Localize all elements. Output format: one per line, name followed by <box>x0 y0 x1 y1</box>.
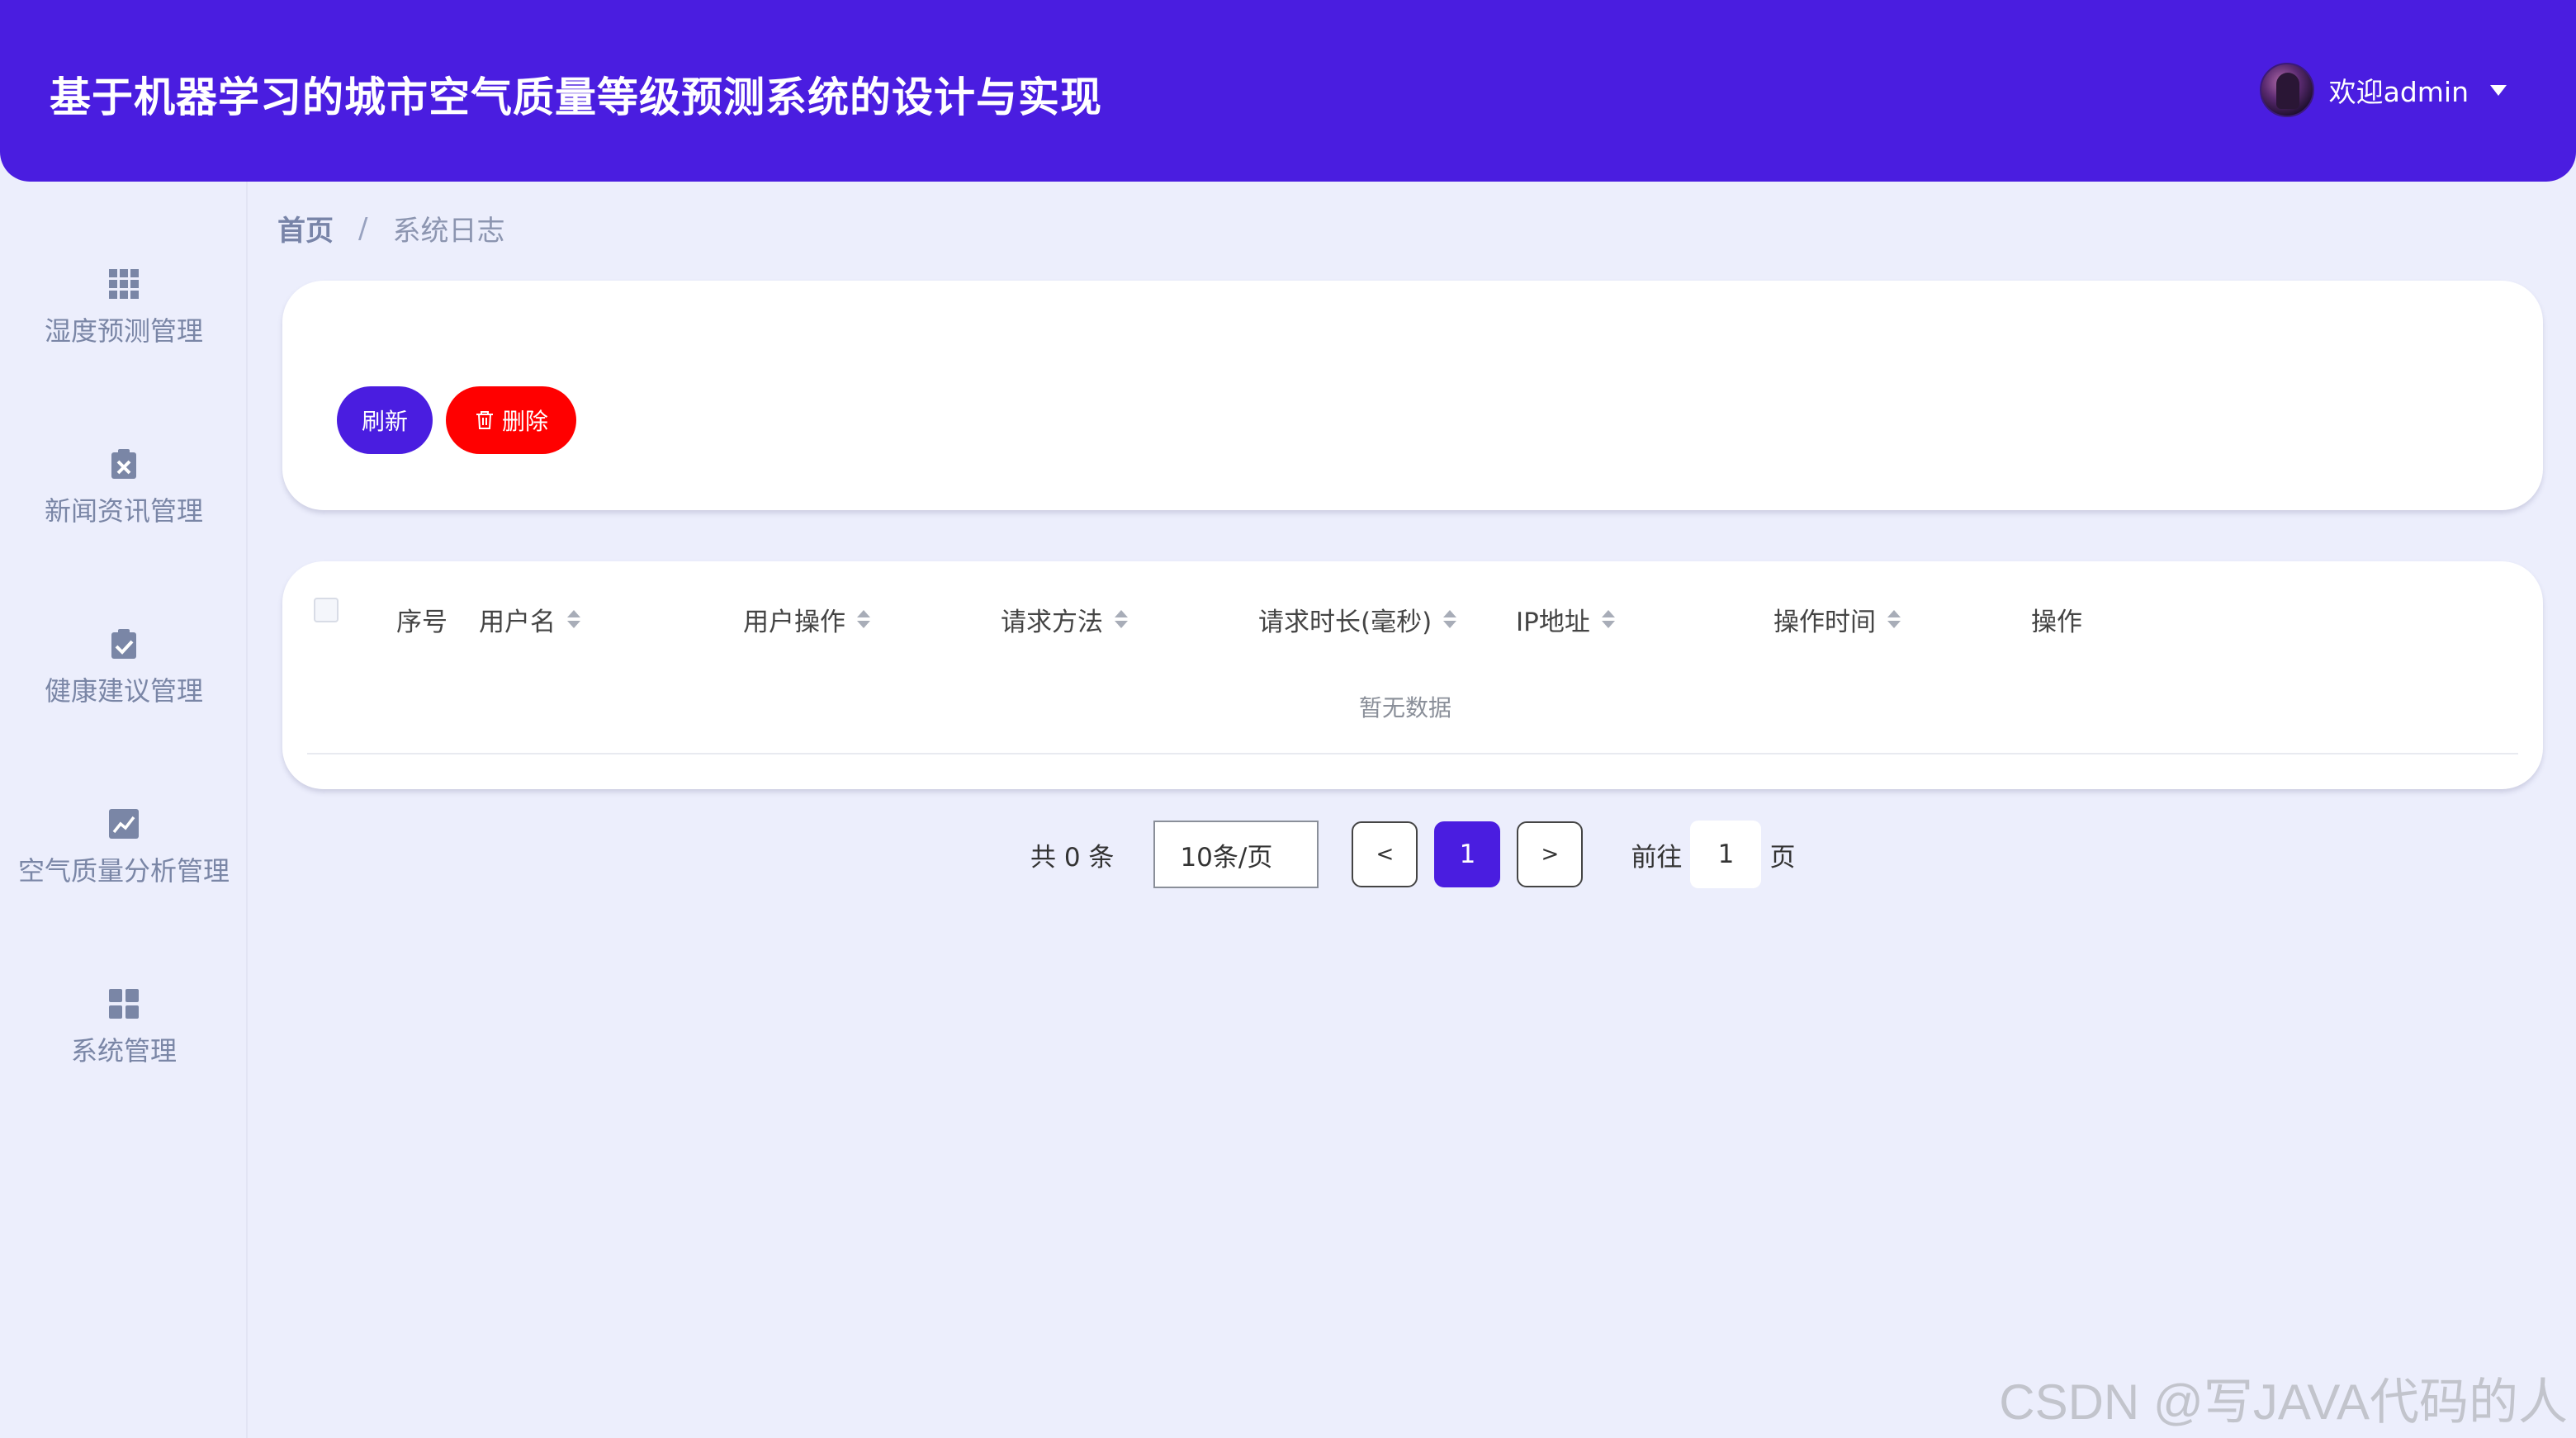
sidebar-item-system[interactable]: 系统管理 <box>0 987 248 1111</box>
sidebar-item-label: 系统管理 <box>70 1035 177 1067</box>
clipboard-x-icon <box>111 449 136 479</box>
log-table: 序号 用户名 用户操作 请求方法 请求时长(毫秒) IP地址 操作时间 操作 暂… <box>282 561 2543 789</box>
prev-page-button[interactable]: < <box>1352 821 1418 887</box>
breadcrumb-current: 系统日志 <box>392 215 505 248</box>
column-header-username[interactable]: 用户名 <box>479 594 580 644</box>
sidebar-item-humidity-prediction[interactable]: 湿度预测管理 <box>0 267 248 391</box>
sidebar-item-air-quality-analysis[interactable]: 空气质量分析管理 <box>0 807 248 931</box>
empty-text: 暂无数据 <box>1358 694 1451 721</box>
column-header-index: 序号 <box>396 607 447 637</box>
sort-icon[interactable] <box>857 610 870 628</box>
sidebar-item-label: 新闻资讯管理 <box>44 495 203 527</box>
refresh-button[interactable]: 刷新 <box>337 386 433 454</box>
total-count: 共 0 条 <box>1030 842 1115 873</box>
toolbar-panel: 刷新 删除 <box>282 281 2543 510</box>
refresh-label: 刷新 <box>361 408 408 435</box>
sort-icon[interactable] <box>1115 610 1128 628</box>
column-header-time[interactable]: 操作时间 <box>1773 594 1901 644</box>
grid-icon <box>109 269 139 299</box>
breadcrumb-home[interactable]: 首页 <box>277 208 334 248</box>
page-size-select[interactable]: 10条/页 <box>1153 821 1319 888</box>
sidebar: 湿度预测管理 新闻资讯管理 健康建议管理 空气质量分析管理 系统管理 <box>0 182 248 1438</box>
column-header-method[interactable]: 请求方法 <box>1001 594 1128 644</box>
welcome-text[interactable]: 欢迎admin <box>2329 70 2469 110</box>
app-header: 基于机器学习的城市空气质量等级预测系统的设计与实现 欢迎admin <box>0 0 2576 182</box>
table-header: 序号 用户名 用户操作 请求方法 请求时长(毫秒) IP地址 操作时间 操作 <box>282 594 2543 644</box>
sort-icon[interactable] <box>567 610 580 628</box>
next-page-button[interactable]: > <box>1517 821 1584 887</box>
breadcrumb: 首页 / 系统日志 <box>277 208 504 248</box>
sidebar-item-label: 空气质量分析管理 <box>17 855 230 887</box>
caret-down-icon[interactable] <box>2490 84 2507 96</box>
delete-label: 删除 <box>501 408 548 435</box>
delete-button[interactable]: 删除 <box>446 386 576 454</box>
sort-icon[interactable] <box>1887 610 1901 628</box>
clipboard-check-icon <box>111 629 136 659</box>
watermark: CSDN @写JAVA代码的人 <box>1999 1374 2568 1430</box>
breadcrumb-separator: / <box>358 211 368 245</box>
sidebar-item-label: 湿度预测管理 <box>44 315 203 347</box>
pagination: 共 0 条 10条/页 < 1 > 前往 页 <box>1030 821 1795 888</box>
goto-prefix: 前往 <box>1631 842 1683 873</box>
sidebar-item-label: 健康建议管理 <box>44 675 203 707</box>
sidebar-item-news[interactable]: 新闻资讯管理 <box>0 447 248 571</box>
column-header-duration[interactable]: 请求时长(毫秒) <box>1258 594 1457 644</box>
page-button-1[interactable]: 1 <box>1434 821 1501 887</box>
divider <box>307 753 2518 754</box>
column-header-operation[interactable]: 用户操作 <box>743 594 870 644</box>
sort-icon[interactable] <box>1601 610 1615 628</box>
user-menu[interactable]: 欢迎admin <box>2259 61 2507 119</box>
sort-icon[interactable] <box>1443 610 1457 628</box>
app-title: 基于机器学习的城市空气质量等级预测系统的设计与实现 <box>50 73 1102 121</box>
avatar[interactable] <box>2259 63 2314 117</box>
chart-icon <box>109 809 139 839</box>
column-header-ip[interactable]: IP地址 <box>1516 594 1615 644</box>
trash-icon <box>476 411 493 429</box>
goto-page-input[interactable] <box>1690 821 1762 888</box>
sidebar-item-health-advice[interactable]: 健康建议管理 <box>0 627 248 751</box>
goto-suffix: 页 <box>1769 842 1796 873</box>
column-header-actions: 操作 <box>2031 607 2082 637</box>
apps-icon <box>109 989 139 1019</box>
